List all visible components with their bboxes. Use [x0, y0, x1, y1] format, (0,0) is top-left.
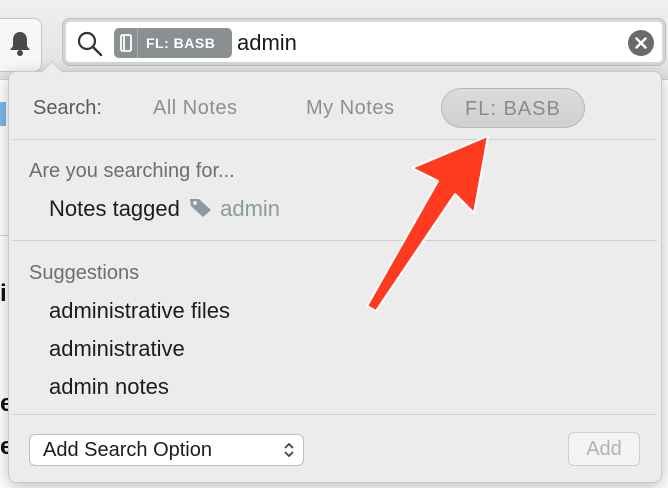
- annotation-arrow: [366, 135, 489, 312]
